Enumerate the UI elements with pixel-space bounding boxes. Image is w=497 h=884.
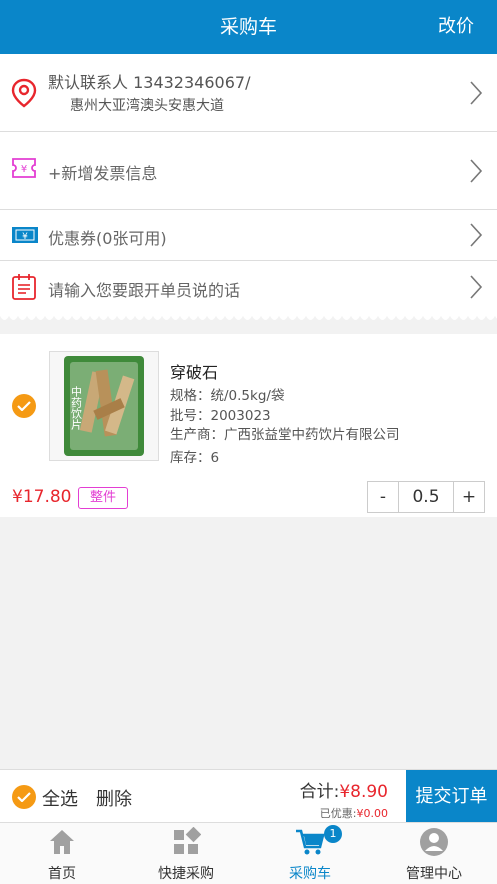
decrease-button[interactable]: -	[368, 482, 398, 512]
svg-text:¥: ¥	[22, 232, 28, 242]
address-row[interactable]: 默认联系人 13432346067/ 惠州大亚湾澳头安惠大道	[0, 54, 497, 132]
tab-label: 采购车	[289, 866, 331, 882]
cart-count-badge: 1	[324, 825, 342, 843]
add-invoice-label: +新增发票信息	[48, 164, 158, 183]
total-label: 合计:	[299, 782, 340, 802]
message-row[interactable]: 请输入您要跟开单员说的话	[0, 261, 497, 313]
product-stock: 库存：6	[170, 450, 220, 466]
product-price: ¥17.80	[12, 487, 72, 507]
quantity-stepper: - 0.5 +	[367, 481, 485, 513]
quantity-input[interactable]: 0.5	[398, 482, 454, 512]
increase-button[interactable]: +	[454, 482, 484, 512]
coupon-label: 优惠券(0张可用)	[48, 229, 167, 248]
svg-text:¥: ¥	[21, 164, 27, 175]
coupon-row[interactable]: ¥ 优惠券(0张可用)	[0, 210, 497, 261]
tab-label: 首页	[48, 866, 76, 882]
message-input[interactable]: 请输入您要跟开单员说的话	[48, 277, 240, 301]
cart-icon	[296, 829, 325, 855]
discount-label: 已优惠:	[319, 807, 357, 820]
chevron-right-icon	[470, 275, 483, 299]
select-all-checkbox[interactable]	[12, 785, 36, 809]
package-text: 中药饮片	[70, 386, 83, 431]
note-icon	[12, 274, 36, 300]
product-spec: 规格：统/0.5kg/袋	[170, 388, 285, 404]
discount-value: ¥0.00	[356, 807, 389, 820]
tab-quick-purchase[interactable]: 快捷采购	[124, 823, 248, 884]
cart-item: 中药饮片 穿破石 规格：统/0.5kg/袋 批号：2003023 生产商：广西张…	[0, 334, 497, 517]
page-title: 采购车	[219, 16, 277, 38]
location-pin-icon	[11, 78, 37, 108]
tab-home[interactable]: 首页	[0, 823, 124, 884]
app-header: 采购车 改价	[0, 0, 497, 54]
select-all-label[interactable]: 全选	[42, 785, 78, 811]
contact-info: 默认联系人 13432346067/	[48, 73, 251, 92]
scalloped-divider	[0, 312, 497, 326]
total-value: ¥8.90	[339, 782, 388, 802]
tab-management[interactable]: 管理中心	[372, 823, 496, 884]
check-icon	[17, 401, 31, 411]
change-price-button[interactable]: 改价	[438, 0, 474, 54]
total: 合计:¥8.90	[300, 777, 388, 802]
check-icon	[17, 792, 31, 802]
tab-label: 管理中心	[406, 866, 462, 882]
product-maker: 生产商：广西张益堂中药饮片有限公司	[170, 427, 400, 443]
checkout-bar: 全选 删除 合计:¥8.90 已优惠:¥0.00 提交订单	[0, 769, 497, 823]
product-name: 穿破石	[170, 363, 219, 382]
delete-button[interactable]: 删除	[96, 785, 132, 811]
product-batch: 批号：2003023	[170, 408, 271, 424]
invoice-row[interactable]: ¥ +新增发票信息	[0, 132, 497, 210]
chevron-right-icon	[470, 81, 483, 105]
unit-tag: 整件	[78, 487, 128, 509]
home-icon	[50, 830, 74, 854]
street-address: 惠州大亚湾澳头安惠大道	[70, 98, 224, 114]
discount: 已优惠:¥0.00	[320, 805, 388, 821]
user-icon	[420, 828, 448, 856]
chevron-right-icon	[470, 159, 483, 183]
herb-package-image: 中药饮片	[64, 356, 144, 456]
product-image[interactable]: 中药饮片	[49, 351, 159, 461]
item-checkbox[interactable]	[12, 394, 36, 418]
tab-cart[interactable]: 1 采购车	[248, 823, 372, 884]
coupon-icon: ¥	[12, 227, 38, 243]
invoice-icon: ¥	[12, 158, 36, 178]
submit-order-button[interactable]: 提交订单	[406, 770, 497, 823]
tab-label: 快捷采购	[158, 866, 214, 882]
grid-icon	[174, 827, 201, 854]
chevron-right-icon	[470, 223, 483, 247]
bottom-tab-bar: 首页 快捷采购 1 采购车 管理中心	[0, 822, 497, 884]
